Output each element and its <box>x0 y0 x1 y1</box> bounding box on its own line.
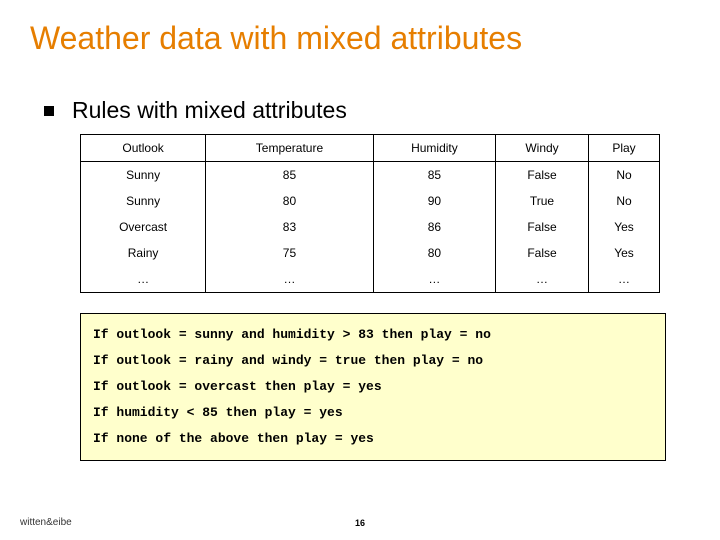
col-header: Outlook <box>81 135 206 162</box>
col-header: Play <box>588 135 659 162</box>
cell: 75 <box>206 240 374 266</box>
cell: 80 <box>206 188 374 214</box>
cell: 85 <box>206 162 374 189</box>
cell: 90 <box>373 188 495 214</box>
cell: 85 <box>373 162 495 189</box>
table-row: Sunny 85 85 False No <box>81 162 660 189</box>
data-table: Outlook Temperature Humidity Windy Play … <box>80 134 660 293</box>
subtitle-row: Rules with mixed attributes <box>44 97 720 124</box>
cell: Sunny <box>81 188 206 214</box>
cell: False <box>496 214 589 240</box>
cell: 80 <box>373 240 495 266</box>
cell: … <box>373 266 495 293</box>
table-row: Rainy 75 80 False Yes <box>81 240 660 266</box>
cell: Yes <box>588 214 659 240</box>
table-row: Overcast 83 86 False Yes <box>81 214 660 240</box>
cell: True <box>496 188 589 214</box>
cell: 83 <box>206 214 374 240</box>
cell: … <box>496 266 589 293</box>
cell: … <box>588 266 659 293</box>
cell: False <box>496 162 589 189</box>
cell: … <box>81 266 206 293</box>
cell: 86 <box>373 214 495 240</box>
subtitle: Rules with mixed attributes <box>72 97 347 124</box>
bullet-icon <box>44 106 54 116</box>
col-header: Temperature <box>206 135 374 162</box>
cell: Overcast <box>81 214 206 240</box>
cell: Yes <box>588 240 659 266</box>
table-row: … … … … … <box>81 266 660 293</box>
cell: False <box>496 240 589 266</box>
rule-line: If none of the above then play = yes <box>93 426 653 452</box>
rule-line: If outlook = sunny and humidity > 83 the… <box>93 322 653 348</box>
table-row: Sunny 80 90 True No <box>81 188 660 214</box>
cell: … <box>206 266 374 293</box>
rule-line: If humidity < 85 then play = yes <box>93 400 653 426</box>
cell: Rainy <box>81 240 206 266</box>
slide-title: Weather data with mixed attributes <box>0 0 720 57</box>
page-number: 16 <box>355 518 365 528</box>
cell: No <box>588 188 659 214</box>
col-header: Windy <box>496 135 589 162</box>
rule-line: If outlook = overcast then play = yes <box>93 374 653 400</box>
cell: Sunny <box>81 162 206 189</box>
col-header: Humidity <box>373 135 495 162</box>
cell: No <box>588 162 659 189</box>
rule-line: If outlook = rainy and windy = true then… <box>93 348 653 374</box>
footer-credit: witten&eibe <box>20 517 72 528</box>
rules-box: If outlook = sunny and humidity > 83 the… <box>80 313 666 461</box>
